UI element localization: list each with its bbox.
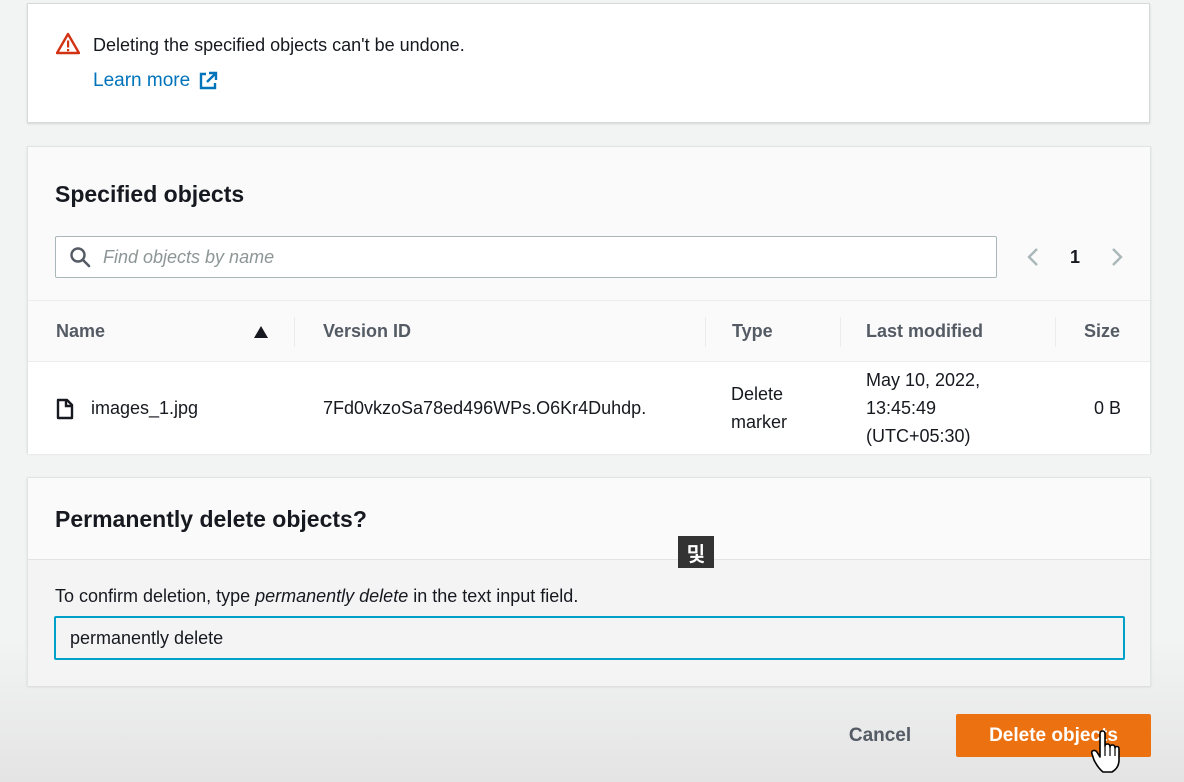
permanently-delete-title: Permanently delete objects? [55, 506, 367, 532]
confirm-text-input[interactable] [54, 616, 1125, 660]
sort-ascending-icon[interactable] [253, 325, 269, 339]
search-box[interactable] [55, 236, 997, 278]
specified-objects-panel: Specified objects 1 Name Version ID [27, 146, 1151, 454]
chevron-left-icon[interactable] [1024, 245, 1042, 269]
delete-objects-button[interactable]: Delete objects [956, 714, 1151, 757]
column-divider [840, 317, 841, 347]
delete-objects-page: Deleting the specified objects can't be … [0, 0, 1184, 782]
warning-alert: Deleting the specified objects can't be … [27, 3, 1150, 123]
page-number[interactable]: 1 [1070, 247, 1080, 268]
table-header: Name Version ID Type Last modified Size [28, 300, 1150, 362]
ime-indicator: 및 [678, 536, 714, 568]
last-modified-line3: (UTC+05:30) [866, 426, 971, 446]
column-divider [1055, 317, 1056, 347]
confirm-label-prefix: To confirm deletion, type [55, 586, 256, 606]
cancel-button[interactable]: Cancel [832, 716, 928, 756]
search-input[interactable] [103, 246, 963, 268]
external-link-icon [199, 71, 218, 90]
column-header-type[interactable]: Type [732, 321, 773, 342]
type-line1: Delete [731, 384, 784, 404]
chevron-right-icon[interactable] [1108, 245, 1126, 269]
confirm-label-keyword: permanently delete [255, 586, 409, 606]
column-divider [294, 317, 295, 347]
column-header-last-modified[interactable]: Last modified [866, 321, 983, 342]
confirm-label-suffix: in the text input field. [408, 586, 579, 606]
confirm-body: To confirm deletion, type permanently de… [28, 560, 1150, 686]
confirm-instructions: To confirm deletion, type permanently de… [55, 586, 578, 607]
search-icon [70, 247, 91, 268]
version-id: 7Fd0vkzoSa78ed496WPs.O6Kr4Duhdp. [323, 398, 647, 418]
type-line2: marker [731, 412, 788, 432]
object-name: images_1.jpg [91, 398, 199, 418]
column-divider [705, 317, 706, 347]
column-header-version-id[interactable]: Version ID [323, 321, 411, 342]
column-header-name[interactable]: Name [56, 321, 105, 342]
table-row[interactable]: images_1.jpg 7Fd0vkzoSa78ed496WPs.O6Kr4D… [28, 362, 1150, 454]
learn-more-link[interactable]: Learn more [93, 70, 218, 92]
file-icon [56, 398, 74, 420]
warning-message: Deleting the specified objects can't be … [93, 35, 465, 55]
last-modified-line2: 13:45:49 [866, 398, 937, 418]
hand-pointer-icon [1090, 730, 1120, 773]
object-size: 0 B [1094, 398, 1122, 418]
last-modified-line1: May 10, 2022, [866, 370, 981, 390]
permanently-delete-panel: Permanently delete objects? To confirm d… [27, 477, 1151, 686]
learn-more-label: Learn more [93, 70, 191, 91]
pagination: 1 [1024, 245, 1126, 269]
column-header-size[interactable]: Size [1084, 321, 1120, 342]
warning-icon [56, 32, 80, 55]
specified-objects-title: Specified objects [55, 181, 245, 207]
